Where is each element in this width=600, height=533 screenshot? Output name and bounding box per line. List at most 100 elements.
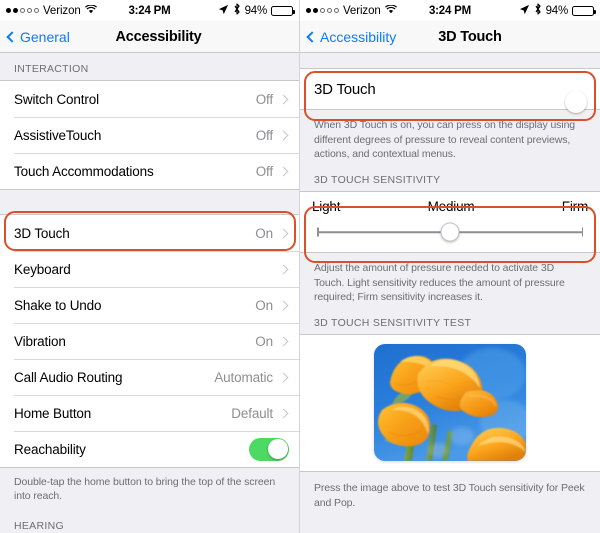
row-value: On	[255, 225, 273, 241]
group-interaction-top: Switch Control Off AssistiveTouch Off To…	[0, 80, 299, 190]
back-button-label: General	[20, 28, 70, 45]
row-label: Shake to Undo	[14, 297, 102, 313]
row-value: On	[255, 297, 273, 313]
chevron-left-icon	[306, 30, 318, 43]
bluetooth-icon	[233, 3, 241, 18]
status-bar-right-group: 94%	[519, 3, 596, 18]
slider-labels: Light Medium Firm	[312, 199, 588, 214]
settings-list: INTERACTION Switch Control Off Assistive…	[0, 53, 299, 533]
accessibility-screen: Verizon 3:24 PM 94% General Accessibilit…	[0, 0, 300, 533]
list-gap	[0, 190, 299, 214]
row-reachability[interactable]: Reachability	[0, 431, 299, 467]
bluetooth-icon	[534, 3, 542, 18]
row-3d-touch[interactable]: 3D Touch On	[0, 215, 299, 251]
3d-touch-screen: Verizon 3:24 PM 94% Accessibility 3D Tou…	[300, 0, 600, 533]
reachability-footer-note: Double-tap the home button to bring the …	[14, 476, 276, 503]
3d-touch-content: 3D Touch When 3D Touch is on, you can pr…	[300, 53, 600, 533]
row-assistivetouch[interactable]: AssistiveTouch Off	[0, 117, 299, 153]
row-accessory: On	[255, 226, 289, 241]
chevron-right-icon	[278, 300, 289, 310]
sensitivity-slider[interactable]	[317, 222, 583, 242]
section-header-sensitivity: 3D TOUCH SENSITIVITY	[314, 174, 441, 187]
status-bar-right: Verizon 3:24 PM 94%	[300, 0, 600, 21]
row-accessory: Default	[231, 406, 289, 421]
row-switch-control[interactable]: Switch Control Off	[0, 81, 299, 117]
status-bar-left: Verizon 3:24 PM 94%	[0, 0, 299, 21]
row-keyboard[interactable]: Keyboard	[0, 251, 299, 287]
chevron-left-icon	[6, 30, 18, 43]
orange-poppy-flowers-photo[interactable]	[374, 344, 526, 462]
chevron-right-icon	[278, 228, 289, 238]
chevron-right-icon	[278, 264, 289, 274]
row-label: Reachability	[14, 441, 86, 457]
row-accessory: Automatic	[214, 370, 289, 385]
row-value: Automatic	[214, 369, 273, 385]
row-value: On	[255, 333, 273, 349]
row-accessory	[278, 264, 289, 274]
slider-label-firm: Firm	[561, 199, 588, 215]
reachability-toggle[interactable]	[249, 437, 289, 461]
slider-end-cap-left	[317, 227, 319, 237]
row-touch-accommodations[interactable]: Touch Accommodations Off	[0, 153, 299, 189]
row-call-audio-routing[interactable]: Call Audio Routing Automatic	[0, 359, 299, 395]
test-footer-note: Press the image above to test 3D Touch s…	[314, 482, 585, 509]
row-label: AssistiveTouch	[14, 127, 102, 143]
row-label: Vibration	[14, 333, 66, 349]
battery-icon	[271, 5, 295, 16]
sensitivity-test-area	[300, 334, 600, 473]
toggle-knob	[267, 439, 288, 459]
chevron-right-icon	[278, 372, 289, 382]
sensitivity-slider-group: Light Medium Firm	[300, 191, 600, 254]
nav-bar-left: General Accessibility	[0, 21, 299, 53]
row-value: Off	[255, 127, 273, 143]
row-label: Switch Control	[14, 91, 99, 107]
top-gap	[300, 53, 600, 68]
row-vibration[interactable]: Vibration On	[0, 323, 299, 359]
back-button-general[interactable]: General	[6, 28, 70, 45]
screenshot-pair: Verizon 3:24 PM 94% General Accessibilit…	[0, 0, 600, 533]
row-accessory: Off	[256, 164, 289, 179]
slider-label-light: Light	[312, 199, 341, 215]
location-arrow-icon	[519, 4, 530, 18]
chevron-right-icon	[278, 408, 289, 418]
slider-thumb[interactable]	[440, 222, 460, 242]
chevron-right-icon	[278, 166, 289, 176]
slider-end-cap-right	[581, 227, 583, 237]
back-button-label: Accessibility	[320, 28, 397, 45]
row-accessory: Off	[256, 128, 289, 143]
row-accessory	[249, 437, 289, 461]
row-label: Touch Accommodations	[14, 163, 154, 179]
row-label: Home Button	[14, 405, 92, 421]
chevron-right-icon	[278, 130, 289, 140]
row-value: Off	[255, 91, 273, 107]
battery-percent-label: 94%	[545, 4, 569, 17]
chevron-right-icon	[278, 94, 289, 104]
row-label: 3D Touch	[14, 225, 70, 241]
nav-bar-right: Accessibility 3D Touch	[300, 21, 600, 53]
group-interaction-bottom: 3D Touch On Keyboard Shake to Undo On Vi…	[0, 214, 299, 468]
3d-touch-description: When 3D Touch is on, you can press on th…	[314, 119, 576, 161]
row-accessory: Off	[256, 92, 289, 107]
row-shake-to-undo[interactable]: Shake to Undo On	[0, 287, 299, 323]
status-bar-right-group: 94%	[218, 3, 295, 18]
battery-icon	[572, 5, 596, 16]
row-accessory: On	[255, 298, 289, 313]
row-3d-touch-toggle[interactable]: 3D Touch	[300, 68, 600, 113]
section-header-interaction: INTERACTION	[14, 63, 89, 75]
row-value: Off	[255, 163, 273, 179]
location-arrow-icon	[218, 4, 229, 18]
row-accessory: On	[255, 334, 289, 349]
row-value: Default	[231, 405, 273, 421]
chevron-right-icon	[278, 336, 289, 346]
sensitivity-description: Adjust the amount of pressure needed to …	[314, 262, 565, 304]
row-label: Keyboard	[14, 261, 71, 277]
row-label: Call Audio Routing	[14, 369, 123, 385]
row-home-button[interactable]: Home Button Default	[0, 395, 299, 431]
toggle-knob	[564, 90, 587, 113]
section-header-sensitivity-test: 3D TOUCH SENSITIVITY TEST	[314, 317, 472, 330]
battery-percent-label: 94%	[244, 4, 268, 17]
back-button-accessibility[interactable]: Accessibility	[306, 28, 397, 45]
slider-label-medium: Medium	[427, 199, 475, 215]
3d-touch-label: 3D Touch	[314, 80, 376, 98]
section-header-hearing: HEARING	[14, 520, 64, 533]
